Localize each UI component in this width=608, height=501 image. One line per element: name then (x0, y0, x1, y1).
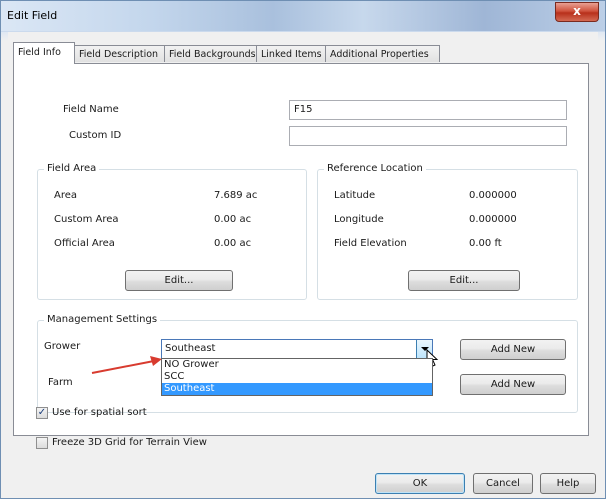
custom-id-label: Custom ID (69, 130, 122, 141)
tab-additional-properties[interactable]: Additional Properties (325, 45, 440, 62)
field-elevation-value: 0.00 ft (469, 238, 502, 249)
tab-linked-items[interactable]: Linked Items (256, 45, 326, 62)
title-bar[interactable]: Edit Field x (1, 1, 605, 31)
management-settings-group: Management Settings Grower Southeast NO … (37, 314, 578, 413)
tab-field-info[interactable]: Field Info (13, 42, 75, 64)
custom-id-input[interactable] (289, 126, 567, 146)
latitude-value: 0.000000 (469, 190, 517, 201)
official-area-value: 0.00 ac (214, 238, 252, 249)
tab-field-description[interactable]: Field Description (74, 45, 165, 62)
help-button[interactable]: Help (540, 473, 596, 494)
area-value: 7.689 ac (214, 190, 258, 201)
field-name-label: Field Name (63, 104, 119, 115)
reference-location-edit-button[interactable]: Edit... (408, 270, 520, 291)
management-settings-title: Management Settings (44, 314, 161, 325)
annotation-arrow-icon (91, 356, 162, 374)
grower-option-southeast[interactable]: Southeast (162, 383, 432, 395)
farm-label: Farm (48, 377, 73, 388)
custom-area-label: Custom Area (54, 214, 119, 225)
grower-add-new-button[interactable]: Add New (460, 339, 566, 360)
edit-field-dialog: Edit Field x Field Info Field Descriptio… (0, 0, 606, 499)
freeze-3d-grid-checkbox[interactable] (36, 437, 48, 449)
farm-add-new-button[interactable]: Add New (460, 374, 566, 395)
grower-dropdown-list: NO Grower SCC Southeast (161, 358, 433, 396)
ok-button[interactable]: OK (375, 473, 465, 494)
field-name-input[interactable]: F15 (289, 100, 567, 120)
reference-location-title: Reference Location (324, 163, 426, 174)
dialog-body: Field Info Field Description Field Backg… (8, 32, 598, 494)
field-area-edit-button[interactable]: Edit... (125, 270, 233, 291)
spatial-sort-checkbox-box[interactable]: ✓ (36, 407, 48, 419)
latitude-label: Latitude (334, 190, 376, 201)
close-button[interactable]: x (555, 2, 599, 22)
official-area-label: Official Area (54, 238, 115, 249)
longitude-label: Longitude (334, 214, 384, 225)
custom-area-value: 0.00 ac (214, 214, 252, 225)
grower-label: Grower (44, 341, 81, 352)
grower-option-scc[interactable]: SCC (162, 371, 432, 383)
cancel-button[interactable]: Cancel (473, 473, 533, 494)
freeze-3d-grid-label: Freeze 3D Grid for Terrain View (52, 437, 207, 448)
reference-location-group: Reference Location Latitude 0.000000 Lon… (317, 163, 578, 300)
tab-field-backgrounds[interactable]: Field Backgrounds (164, 45, 257, 62)
field-info-panel: Field Name F15 Custom ID Field Area Area… (13, 63, 589, 436)
area-label: Area (54, 190, 78, 201)
spatial-sort-label: Use for spatial sort (52, 407, 147, 418)
field-area-title: Field Area (44, 163, 100, 174)
longitude-value: 0.000000 (469, 214, 517, 225)
field-area-group: Field Area Area 7.689 ac Custom Area 0.0… (37, 163, 307, 300)
grower-select-value: Southeast (165, 343, 216, 354)
field-elevation-label: Field Elevation (334, 238, 407, 249)
window-title: Edit Field (7, 9, 58, 22)
grower-select[interactable]: Southeast (161, 339, 433, 359)
grower-option-no-grower[interactable]: NO Grower (162, 359, 432, 371)
